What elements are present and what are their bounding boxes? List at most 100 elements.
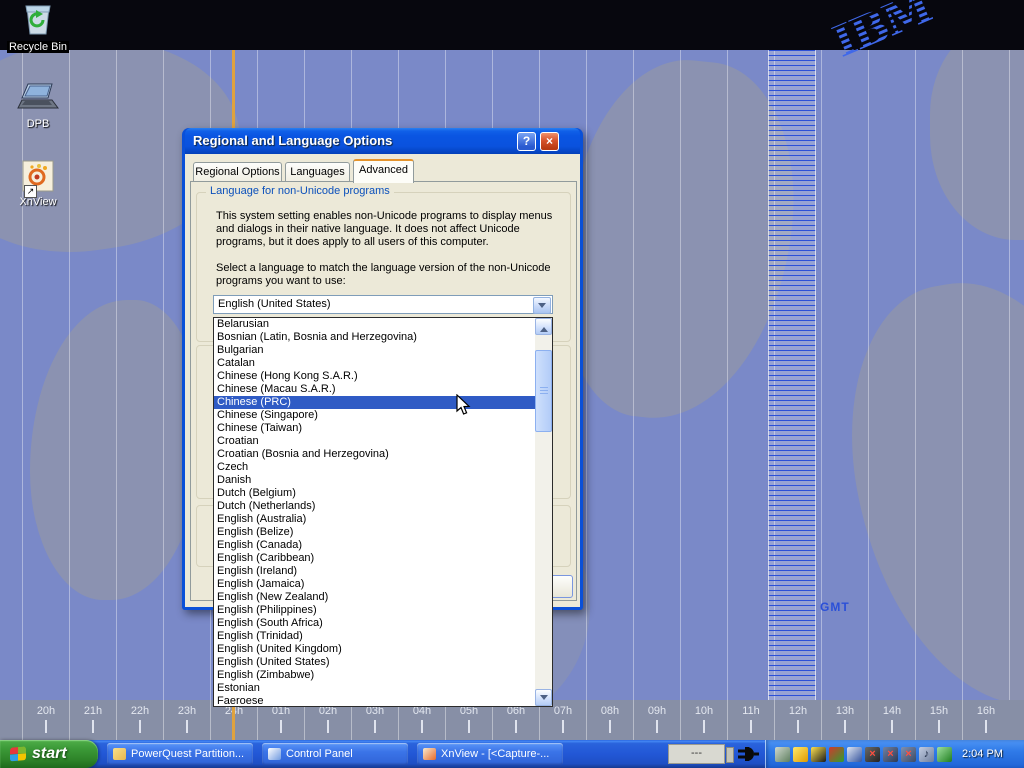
audio-disabled-icon[interactable]: × bbox=[901, 747, 916, 762]
timezone-label: 11h bbox=[728, 705, 774, 717]
dialog-titlebar[interactable]: Regional and Language Options ? × bbox=[185, 128, 580, 154]
tab-advanced[interactable]: Advanced bbox=[353, 159, 414, 183]
dropdown-list-item[interactable]: Chinese (Macau S.A.R.) bbox=[214, 383, 535, 396]
safely-remove-hardware-icon[interactable] bbox=[775, 747, 790, 762]
dropdown-list-item[interactable]: Catalan bbox=[214, 357, 535, 370]
dropdown-list-item[interactable]: English (South Africa) bbox=[214, 617, 535, 630]
window-icon bbox=[423, 748, 436, 760]
taskbar-clock[interactable]: 2:04 PM bbox=[962, 748, 1003, 760]
dropdown-list-item[interactable]: English (United Kingdom) bbox=[214, 643, 535, 656]
timezone-tick bbox=[703, 720, 705, 733]
volume-icon[interactable]: ♪ bbox=[919, 747, 934, 762]
timezone-tick bbox=[797, 720, 799, 733]
desktop-icon-label: Recycle Bin bbox=[7, 41, 69, 53]
combobox-dropdown-button[interactable] bbox=[533, 297, 551, 314]
dropdown-list-item[interactable]: Chinese (Taiwan) bbox=[214, 422, 535, 435]
desktop-icon-xnview[interactable]: XnView bbox=[0, 160, 76, 210]
taskbar-button-powerquest[interactable]: PowerQuest Partition... bbox=[107, 743, 253, 765]
dropdown-list-item[interactable]: Estonian bbox=[214, 682, 535, 695]
dropdown-list-item[interactable]: English (Jamaica) bbox=[214, 578, 535, 591]
taskbar-button-xnview[interactable]: XnView - [<Capture-... bbox=[417, 743, 563, 765]
dropdown-list-item[interactable]: English (Australia) bbox=[214, 513, 535, 526]
tab-languages[interactable]: Languages bbox=[285, 162, 350, 182]
timezone-label: 10h bbox=[681, 705, 727, 717]
combobox-value: English (United States) bbox=[218, 298, 331, 310]
timezone-cell: 14h bbox=[868, 700, 915, 740]
dropdown-list-item[interactable]: English (Philippines) bbox=[214, 604, 535, 617]
dropdown-list-item[interactable]: Dutch (Netherlands) bbox=[214, 500, 535, 513]
window-icon bbox=[268, 748, 281, 760]
network-activity-icon[interactable] bbox=[829, 747, 844, 762]
timezone-tick bbox=[985, 720, 987, 733]
dropdown-list-item[interactable]: English (Belize) bbox=[214, 526, 535, 539]
laptop-icon bbox=[16, 82, 60, 114]
timezone-tick bbox=[562, 720, 564, 733]
timezone-label: 16h bbox=[963, 705, 1009, 717]
dropdown-list-item[interactable]: Croatian bbox=[214, 435, 535, 448]
dropdown-list-item[interactable]: English (Caribbean) bbox=[214, 552, 535, 565]
timezone-cell: 16h bbox=[962, 700, 1009, 740]
timezone-label: 23h bbox=[164, 705, 210, 717]
help-button[interactable]: ? bbox=[517, 132, 536, 151]
dropdown-list-item[interactable]: Dutch (Belgium) bbox=[214, 487, 535, 500]
deskband-grabber[interactable] bbox=[726, 747, 734, 763]
lan-computers-icon[interactable] bbox=[847, 747, 862, 762]
antivirus-ball-icon[interactable] bbox=[793, 747, 808, 762]
dropdown-list-item[interactable]: English (Ireland) bbox=[214, 565, 535, 578]
dropdown-list-item[interactable]: Chinese (Singapore) bbox=[214, 409, 535, 422]
window-icon bbox=[113, 748, 126, 760]
timezone-cell: 10h bbox=[680, 700, 727, 740]
tv-tuner-disabled-icon[interactable]: × bbox=[865, 747, 880, 762]
dropdown-list-item[interactable]: English (Canada) bbox=[214, 539, 535, 552]
dropdown-list-item[interactable]: Danish bbox=[214, 474, 535, 487]
scroll-down-button[interactable] bbox=[535, 689, 552, 706]
dropdown-list-item[interactable]: English (Zimbabwe) bbox=[214, 669, 535, 682]
taskbar-window-buttons: PowerQuest Partition... Control Panel Xn… bbox=[98, 743, 563, 765]
timezone-tick bbox=[186, 720, 188, 733]
timezone-label: 12h bbox=[775, 705, 821, 717]
desktop-icon-label: DPB bbox=[25, 118, 52, 130]
power-plug-icon[interactable] bbox=[737, 746, 759, 762]
desktop-icon-dpb[interactable]: DPB bbox=[0, 82, 76, 132]
dropdown-list-item[interactable]: Faeroese bbox=[214, 695, 535, 706]
scroll-up-button[interactable] bbox=[535, 318, 552, 335]
timezone-tick bbox=[139, 720, 141, 733]
taskbar-deskband[interactable]: --- bbox=[668, 744, 725, 764]
desktop-icon-recycle-bin[interactable]: Recycle Bin bbox=[0, 3, 76, 55]
window-button-label: Control Panel bbox=[286, 748, 353, 760]
tab-regional-options[interactable]: Regional Options bbox=[193, 162, 282, 182]
start-button[interactable]: start bbox=[0, 740, 98, 768]
dropdown-items: BelarusianBosnian (Latin, Bosnia and Her… bbox=[214, 318, 535, 706]
taskbar-button-control-panel[interactable]: Control Panel bbox=[262, 743, 408, 765]
display-disabled-icon[interactable]: × bbox=[883, 747, 898, 762]
instruction-text: Select a language to match the language … bbox=[216, 262, 568, 288]
timezone-label: 13h bbox=[822, 705, 868, 717]
dropdown-list-item[interactable]: Belarusian bbox=[214, 318, 535, 331]
chevron-up-icon bbox=[540, 323, 548, 332]
scrollbar-thumb[interactable] bbox=[535, 350, 552, 432]
start-label: start bbox=[32, 745, 67, 763]
timezone-cell: 22h bbox=[116, 700, 163, 740]
dropdown-list-item[interactable]: English (New Zealand) bbox=[214, 591, 535, 604]
timezone-tick bbox=[374, 720, 376, 733]
timezone-cell: 15h bbox=[915, 700, 962, 740]
dropdown-list-item[interactable]: Bosnian (Latin, Bosnia and Herzegovina) bbox=[214, 331, 535, 344]
dropdown-scrollbar[interactable] bbox=[535, 318, 552, 706]
taskbar: start PowerQuest Partition... Control Pa… bbox=[0, 740, 1024, 768]
dropdown-list-item[interactable]: English (United States) bbox=[214, 656, 535, 669]
backup-diamond-icon[interactable] bbox=[811, 747, 826, 762]
chevron-down-icon bbox=[538, 303, 546, 312]
language-combobox[interactable]: English (United States) bbox=[213, 295, 553, 314]
dropdown-list-item[interactable]: Chinese (Hong Kong S.A.R.) bbox=[214, 370, 535, 383]
close-button[interactable]: × bbox=[540, 132, 559, 151]
dropdown-list-item[interactable]: Chinese (PRC) bbox=[214, 396, 535, 409]
dropdown-list-item[interactable]: Bulgarian bbox=[214, 344, 535, 357]
shortcut-arrow-icon: ↗ bbox=[24, 185, 37, 198]
timezone-tick bbox=[421, 720, 423, 733]
dropdown-list-item[interactable]: English (Trinidad) bbox=[214, 630, 535, 643]
scheduler-icon[interactable] bbox=[937, 747, 952, 762]
timezone-label: 20h bbox=[23, 705, 69, 717]
windows-flag-icon bbox=[10, 746, 26, 761]
dropdown-list-item[interactable]: Czech bbox=[214, 461, 535, 474]
dropdown-list-item[interactable]: Croatian (Bosnia and Herzegovina) bbox=[214, 448, 535, 461]
